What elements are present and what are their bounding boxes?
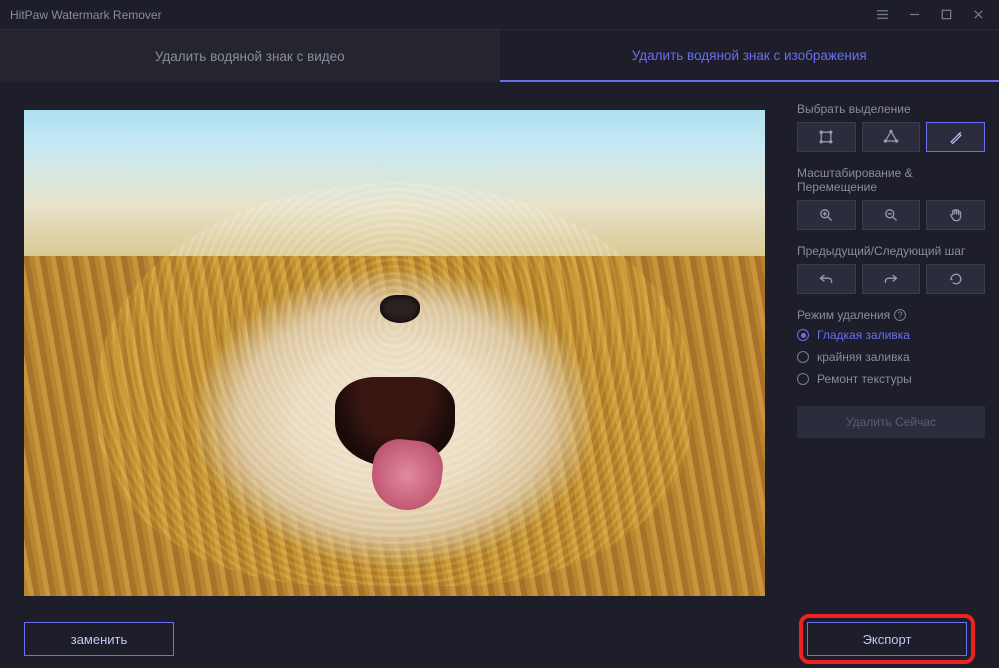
zoom-in-icon[interactable] (797, 200, 856, 230)
mode-texture-label: Ремонт текстуры (817, 372, 912, 386)
tab-image[interactable]: Удалить водяной знак с изображения (500, 30, 999, 82)
selection-label: Выбрать выделение (797, 102, 985, 116)
mode-section: Режим удаления ? Гладкая заливка крайняя… (797, 308, 985, 386)
mode-smooth-label: Гладкая заливка (817, 328, 910, 342)
radio-dot-icon (797, 373, 809, 385)
undo-icon[interactable] (797, 264, 856, 294)
selection-section: Выбрать выделение (797, 102, 985, 152)
window-controls (875, 8, 989, 22)
footer: заменить Экспорт (0, 610, 999, 668)
app-title: HitPaw Watermark Remover (10, 8, 875, 22)
pan-hand-icon[interactable] (926, 200, 985, 230)
mode-tabs: Удалить водяной знак с видео Удалить вод… (0, 30, 999, 82)
menu-icon[interactable] (875, 8, 889, 22)
remove-now-button: Удалить Сейчас (797, 406, 985, 438)
brush-tool-icon[interactable] (926, 122, 985, 152)
redo-icon[interactable] (862, 264, 921, 294)
titlebar: HitPaw Watermark Remover (0, 0, 999, 30)
mode-label-text: Режим удаления (797, 308, 890, 322)
history-label: Предыдущий/Следующий шаг (797, 244, 985, 258)
mode-edge-fill[interactable]: крайняя заливка (797, 350, 985, 364)
image-preview[interactable] (24, 110, 765, 596)
canvas-area (0, 82, 789, 610)
main-body: Выбрать выделение Масштабирование & Пере… (0, 82, 999, 610)
mode-texture-repair[interactable]: Ремонт текстуры (797, 372, 985, 386)
history-section: Предыдущий/Следующий шаг (797, 244, 985, 294)
radio-dot-icon (797, 351, 809, 363)
maximize-icon[interactable] (939, 8, 953, 22)
preview-content (24, 110, 765, 596)
replace-button[interactable]: заменить (24, 622, 174, 656)
export-highlight: Экспорт (799, 614, 975, 664)
marquee-tool-icon[interactable] (797, 122, 856, 152)
close-icon[interactable] (971, 8, 985, 22)
reset-icon[interactable] (926, 264, 985, 294)
mode-smooth-fill[interactable]: Гладкая заливка (797, 328, 985, 342)
lasso-tool-icon[interactable] (862, 122, 921, 152)
zoom-label: Масштабирование & Перемещение (797, 166, 985, 194)
minimize-icon[interactable] (907, 8, 921, 22)
radio-dot-icon (797, 329, 809, 341)
tab-video[interactable]: Удалить водяной знак с видео (0, 30, 500, 82)
help-icon[interactable]: ? (894, 309, 906, 321)
zoom-out-icon[interactable] (862, 200, 921, 230)
sidebar: Выбрать выделение Масштабирование & Пере… (789, 82, 999, 610)
zoom-section: Масштабирование & Перемещение (797, 166, 985, 230)
mode-edge-label: крайняя заливка (817, 350, 910, 364)
mode-label: Режим удаления ? (797, 308, 985, 322)
export-button[interactable]: Экспорт (807, 622, 967, 656)
